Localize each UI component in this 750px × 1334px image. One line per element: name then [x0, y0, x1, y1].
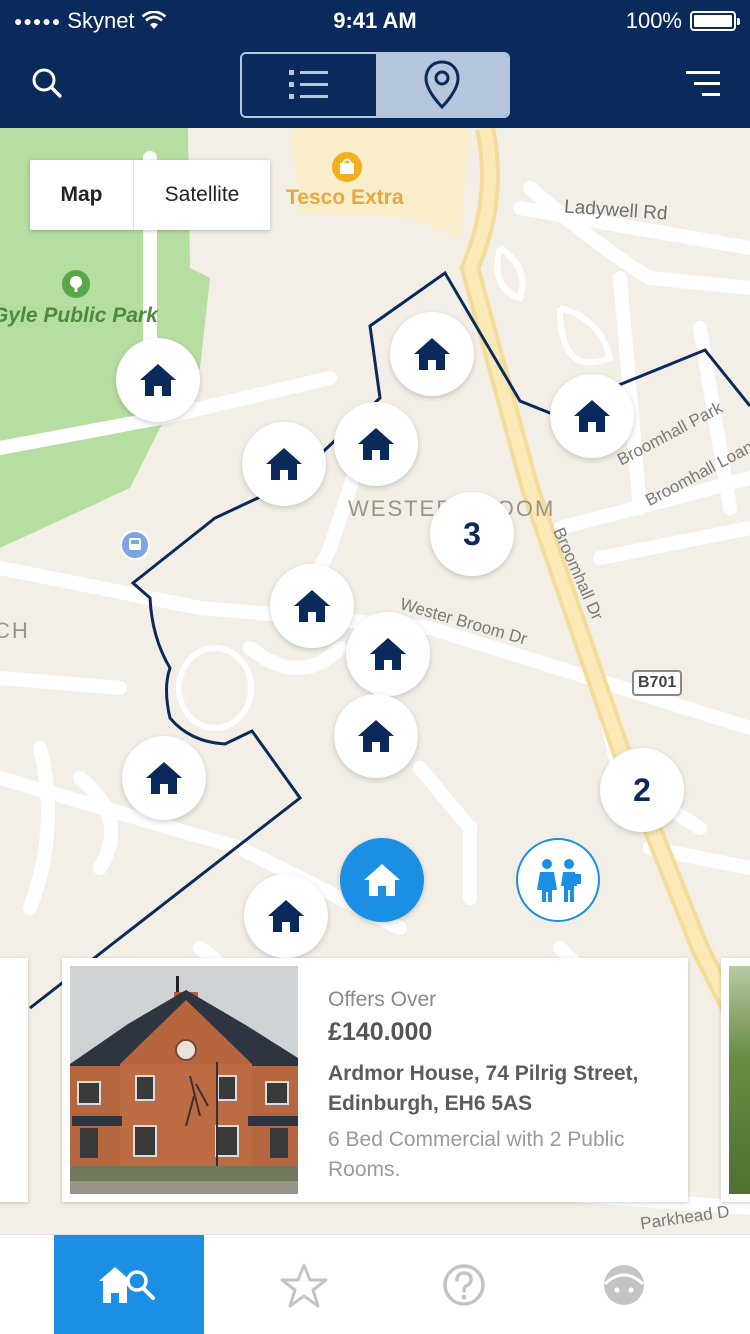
next-property-photo [729, 966, 750, 1194]
house-icon [268, 900, 304, 932]
listing-price: £140.000 [328, 1018, 433, 1046]
tab-help[interactable] [389, 1235, 539, 1334]
location-pin-icon [424, 60, 460, 110]
park-label: Gyle Public Park [0, 304, 158, 327]
school-children-icon [537, 859, 581, 902]
property-pin[interactable] [270, 564, 354, 648]
home-search-icon [99, 1267, 155, 1303]
description-line-2: Rooms. [328, 1158, 401, 1181]
house-icon [358, 720, 394, 752]
property-pin[interactable] [346, 612, 430, 696]
property-photo [70, 966, 298, 1194]
filter-menu-button[interactable] [684, 64, 724, 104]
star-icon [280, 1263, 328, 1308]
property-pin[interactable] [242, 422, 326, 506]
property-pin[interactable] [244, 874, 328, 958]
property-pin-selected[interactable] [340, 838, 424, 922]
battery-percent: 100% [625, 8, 682, 33]
school-pin[interactable] [516, 838, 600, 922]
listing-card[interactable]: Offers Over £140.000 Ardmor House, 74 Pi… [62, 958, 688, 1202]
address-line-2: Edinburgh, EH6 5AS [328, 1092, 533, 1115]
house-icon [364, 864, 400, 896]
status-bar: ●●●●● Skynet 9:41 AM 100% [0, 0, 750, 40]
bus-icon [129, 538, 141, 550]
map-type-selector: Map Satellite [30, 160, 270, 230]
filter-menu-icon [686, 71, 720, 96]
map-type-satellite-button[interactable]: Satellite [134, 160, 270, 230]
search-icon [32, 68, 62, 98]
property-pin[interactable] [334, 402, 418, 486]
address-line-1: Ardmor House, 74 Pilrig Street, [328, 1062, 639, 1085]
property-pin[interactable] [550, 374, 634, 458]
listing-address: Ardmor House, 74 Pilrig Street, Edinburg… [328, 1059, 673, 1119]
listing-description: 6 Bed Commercial with 2 Public Rooms. [328, 1125, 673, 1185]
top-navigation-bar: ●●●●● Skynet 9:41 AM 100% [0, 0, 750, 128]
map-view-button[interactable] [376, 54, 508, 116]
house-icon [358, 428, 394, 460]
view-toggle [240, 52, 510, 118]
area-label-left: CH [0, 618, 30, 643]
house-icon [414, 338, 450, 370]
property-pin[interactable] [334, 694, 418, 778]
house-icon [146, 762, 182, 794]
house-icon [266, 448, 302, 480]
tab-property-search[interactable] [54, 1235, 204, 1334]
property-pin[interactable] [116, 338, 200, 422]
property-pin[interactable] [122, 736, 206, 820]
map-type-map-button[interactable]: Map [30, 160, 134, 230]
house-icon [574, 400, 610, 432]
search-button[interactable] [28, 64, 68, 104]
offer-type: Offers Over [328, 988, 437, 1011]
profile-icon [603, 1265, 645, 1305]
bus-stop-icon [120, 530, 150, 560]
help-icon [443, 1264, 485, 1306]
battery-status: 100% [625, 8, 740, 34]
house-photo [70, 966, 298, 1194]
property-cluster[interactable]: 2 [600, 748, 684, 832]
tab-profile[interactable] [549, 1235, 699, 1334]
property-cluster[interactable]: 3 [430, 492, 514, 576]
road-badge-b701: B701 [632, 670, 683, 696]
list-view-button[interactable] [242, 54, 376, 116]
bottom-tab-bar [0, 1234, 750, 1334]
property-pin[interactable] [390, 312, 474, 396]
listing-card-previous[interactable] [0, 958, 28, 1202]
store-label: Tesco Extra [286, 186, 404, 209]
listing-details: Offers Over £140.000 Ardmor House, 74 Pi… [328, 988, 673, 1185]
store-icon [332, 152, 362, 182]
house-icon [370, 638, 406, 670]
house-icon [294, 590, 330, 622]
battery-icon [690, 11, 740, 31]
shopping-bag-icon [340, 158, 354, 174]
listing-card-next[interactable] [721, 958, 750, 1202]
tab-favourites[interactable] [229, 1235, 379, 1334]
house-icon [140, 364, 176, 396]
list-icon [289, 70, 328, 99]
description-line-1: 6 Bed Commercial with 2 Public [328, 1128, 625, 1151]
tree-icon [70, 276, 82, 292]
park-icon [62, 270, 90, 298]
